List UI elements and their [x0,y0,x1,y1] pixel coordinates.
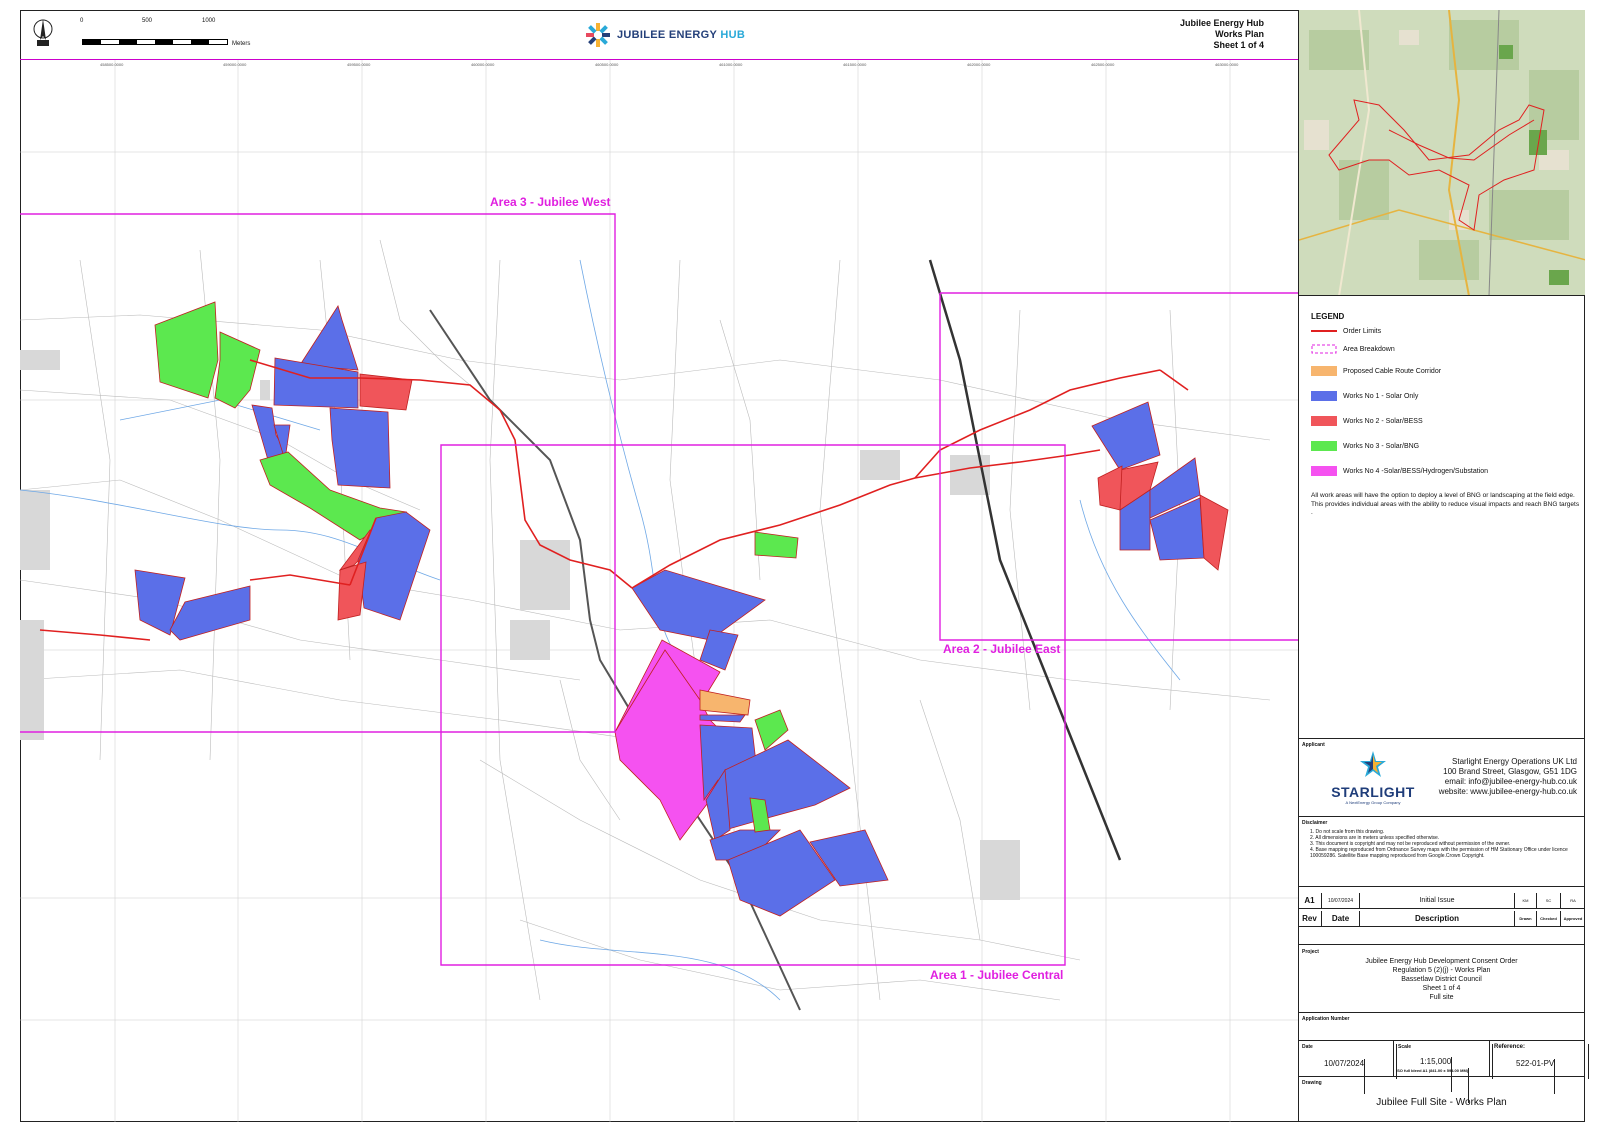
legend-title: LEGEND [1311,312,1345,321]
area-label-west: Area 3 - Jubilee West [490,195,611,209]
coord-label: 458500.0000 [100,62,124,67]
company-email: email: info@jubilee-energy-hub.co.uk [1444,777,1577,786]
swatch-icon [1311,366,1337,376]
project-line: Bassetlaw District Council [1401,976,1482,983]
legend-item-area-breakdown: Area Breakdown [1311,344,1395,354]
coord-label: 460000.0000 [471,62,495,67]
revision-header: Rev Date Description Drawn Checked Appro… [1298,911,1585,927]
coord-label: 460500.0000 [595,62,619,67]
legend-note: All work areas will have the option to d… [1311,492,1580,516]
drawing-title: Jubilee Full Site - Works Plan [1376,1097,1507,1108]
company-address: 100 Brand Street, Glasgow, G51 1DG [1443,767,1577,776]
disclaimer-label: Disclaimer [1302,820,1328,826]
company-name: Starlight Energy Operations UK Ltd [1452,757,1577,766]
reference-cell: Reference: 522-01-PV [1490,1041,1589,1094]
description-header: Description [1360,911,1515,926]
coord-label: 462000.0000 [967,62,991,67]
project-label: Project [1302,949,1319,955]
legend-item-cable-route: Proposed Cable Route Corridor [1311,366,1441,376]
legend-item-works-3: Works No 3 - Solar/BNG [1311,441,1419,451]
swatch-icon [1311,391,1337,401]
legend-label: Works No 4 -Solar/BESS/Hydrogen/Substati… [1343,467,1488,475]
scale-label: 500 [142,18,153,24]
revision-row: A1 10/07/2024 Initial Issue KM SC RA [1298,893,1585,909]
project-line: Regulation 5 (2)(j) - Works Plan [1392,967,1491,974]
dashed-box-icon [1311,344,1337,354]
title-line: Works Plan [1215,29,1264,39]
scale-unit: Meters [232,41,251,47]
checked-header: Checked [1537,911,1561,926]
drawing-title-block: Drawing Jubilee Full Site - Works Plan [1298,1076,1585,1122]
coord-label: 461000.0000 [719,62,743,67]
checked-cell: SC [1537,893,1561,908]
applicant-label: Applicant [1302,742,1325,748]
jubilee-star-icon [586,23,610,47]
scale-label: 1000 [202,18,216,24]
legend-item-works-2: Works No 2 - Solar/BESS [1311,416,1423,426]
works-plan-map: 458500.0000 459000.0000 459500.0000 4600… [20,60,1298,1122]
legend-item-works-4: Works No 4 -Solar/BESS/Hydrogen/Substati… [1311,466,1488,476]
disclaimer-list: 1. Do not scale from this drawing. 2. Al… [1310,829,1580,859]
line-swatch-icon [1311,330,1337,332]
coord-label: 459000.0000 [223,62,247,67]
company-website: website: www.jubilee-energy-hub.co.uk [1438,787,1577,796]
swatch-icon [1311,466,1337,476]
map-canvas: 458500.0000 459000.0000 459500.0000 4600… [20,60,1298,1122]
project-line: Jubilee Energy Hub Development Consent O… [1365,958,1518,965]
jubilee-logo: JUBILEE ENERGY HUB [585,22,745,48]
sheet-title: Jubilee Energy Hub Works Plan Sheet 1 of… [1180,18,1264,51]
brand-name: STARLIGHT [1331,784,1415,800]
north-arrow-icon [33,19,53,46]
application-number-block: Application Number [1298,1012,1585,1040]
revision-table: A1 10/07/2024 Initial Issue KM SC RA Rev… [1298,886,1585,944]
approved-cell: RA [1570,898,1576,903]
legend-label: Proposed Cable Route Corridor [1343,367,1442,375]
disclaimer-item: 4. Base mapping reproduced from Ordnance… [1310,847,1568,859]
brand-sub: A NextEnergy Group Company [1345,800,1401,805]
legend-label: Order Limits [1343,327,1382,335]
legend-label: Area Breakdown [1343,345,1395,353]
legend-label: Works No 2 - Solar/BESS [1343,417,1423,425]
project-block: Project Jubilee Energy Hub Development C… [1298,944,1585,1012]
legend-label: Works No 3 - Solar/BNG [1343,442,1420,450]
coord-label: 459500.0000 [347,62,371,67]
applicant-info: Starlight Energy Operations UK Ltd 100 B… [1439,757,1577,797]
starlight-star-icon [1360,751,1386,777]
date-cell: Date 10/07/2024 [1298,1041,1397,1094]
scale-cell: Scale 1:15,000 ISO full bleed A1 (841.00… [1394,1041,1493,1103]
title-line: Sheet 1 of 4 [1213,40,1264,50]
date-scale-block: Date 10/07/2024 Scale 1:15,000 ISO full … [1298,1040,1589,1103]
applicant-block: Applicant STARLIGHT A NextEnergy Group C… [1298,738,1585,816]
approved-header: Approved [1563,916,1583,921]
project-line: Full site [1429,994,1454,1001]
scale-label: 0 [80,18,84,24]
drawing-label: Drawing [1302,1080,1322,1086]
area-label-east: Area 2 - Jubilee East [943,642,1061,656]
project-line: Sheet 1 of 4 [1422,985,1461,992]
location-minimap [1298,10,1585,296]
logo-text: JUBILEE ENERGY [617,29,721,41]
starlight-logo: STARLIGHT A NextEnergy Group Company [1328,749,1418,805]
title-line: Jubilee Energy Hub [1179,18,1264,28]
coord-label: 461500.0000 [843,62,867,67]
legend-item-works-1: Works No 1 - Solar Only [1311,391,1418,401]
area-label-central: Area 1 - Jubilee Central [930,968,1064,982]
legend-item-order-limits: Order Limits [1311,326,1381,336]
appno-label: Application Number [1302,1016,1350,1022]
disclaimer-block: Disclaimer 1. Do not scale from this dra… [1298,816,1585,886]
coord-label: 463000.0000 [1215,62,1239,67]
date-cell: 10/07/2024 [1322,893,1360,908]
description-cell: Initial Issue [1360,893,1515,908]
date-header: Date [1322,911,1360,926]
drawn-cell: KM [1515,893,1537,908]
swatch-icon [1311,416,1337,426]
logo-text-hub: HUB [720,29,746,41]
coord-label: 462500.0000 [1091,62,1115,67]
rev-header: Rev [1298,911,1322,926]
rev-cell: A1 [1298,893,1322,908]
swatch-icon [1311,441,1337,451]
legend-label: Works No 1 - Solar Only [1343,392,1419,400]
drawn-header: Drawn [1515,911,1537,926]
